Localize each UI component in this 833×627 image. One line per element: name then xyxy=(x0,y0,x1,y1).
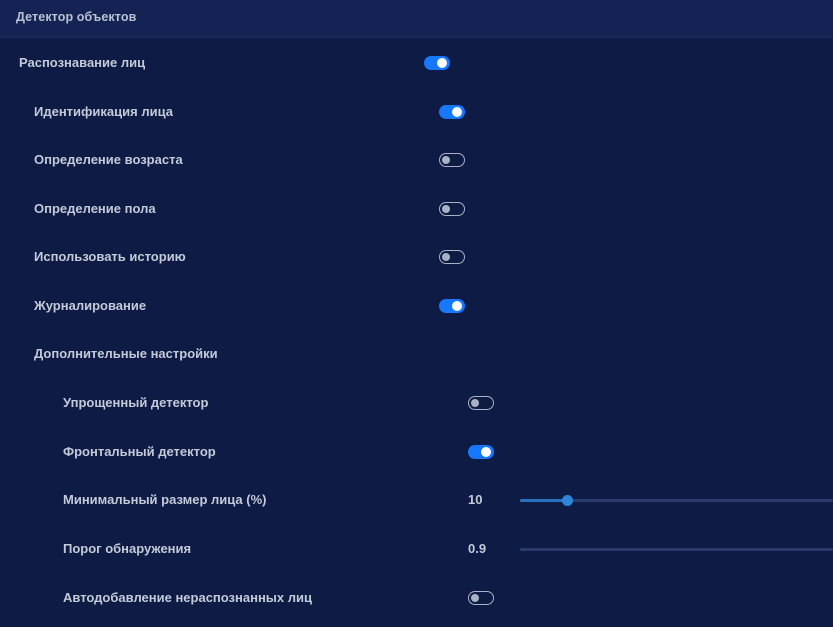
detection-threshold-value: 0.9 xyxy=(468,541,487,556)
min-face-size-slider-fill xyxy=(520,499,567,502)
logging-toggle[interactable] xyxy=(439,299,465,313)
setting-row-auto-add-unrecognized: Автодобавление нераспознанных лиц xyxy=(0,588,833,608)
age-detection-toggle[interactable] xyxy=(439,153,465,167)
detection-threshold-label: Порог обнаружения xyxy=(63,541,192,556)
simplified-detector-toggle[interactable] xyxy=(468,396,494,410)
setting-row-face-recognition: Распознавание лиц xyxy=(0,53,833,73)
setting-row-face-identification: Идентификация лица xyxy=(0,102,833,122)
min-face-size-value: 10 xyxy=(468,492,483,507)
gender-detection-toggle[interactable] xyxy=(439,202,465,216)
face-identification-toggle[interactable] xyxy=(439,105,465,119)
setting-row-frontal-detector: Фронтальный детектор xyxy=(0,442,833,462)
logging-label: Журналирование xyxy=(34,298,147,313)
setting-row-age-detection: Определение возраста xyxy=(0,150,833,170)
face-recognition-toggle[interactable] xyxy=(424,56,450,70)
setting-row-use-history: Использовать историю xyxy=(0,247,833,267)
panel-title: Детектор объектов xyxy=(16,10,137,24)
simplified-detector-label: Упрощенный детектор xyxy=(63,395,209,410)
detection-threshold-slider[interactable] xyxy=(520,548,833,551)
panel-header: Детектор объектов xyxy=(0,0,833,38)
use-history-label: Использовать историю xyxy=(34,249,186,264)
setting-row-gender-detection: Определение пола xyxy=(0,199,833,219)
min-face-size-label: Минимальный размер лица (%) xyxy=(63,492,267,507)
setting-row-logging: Журналирование xyxy=(0,296,833,316)
use-history-toggle[interactable] xyxy=(439,250,465,264)
min-face-size-slider-thumb[interactable] xyxy=(561,495,573,506)
setting-row-min-face-size: Минимальный размер лица (%) 10 xyxy=(0,490,833,510)
gender-detection-label: Определение пола xyxy=(34,201,156,216)
advanced-settings-section: Дополнительные настройки xyxy=(0,344,833,364)
setting-row-simplified-detector: Упрощенный детектор xyxy=(0,393,833,413)
min-face-size-slider[interactable] xyxy=(520,495,833,506)
advanced-settings-label: Дополнительные настройки xyxy=(34,346,218,361)
setting-row-detection-threshold: Порог обнаружения 0.9 xyxy=(0,539,833,559)
auto-add-unrecognized-label: Автодобавление нераспознанных лиц xyxy=(63,590,312,605)
face-identification-label: Идентификация лица xyxy=(34,104,173,119)
frontal-detector-toggle[interactable] xyxy=(468,445,494,459)
frontal-detector-label: Фронтальный детектор xyxy=(63,444,216,459)
age-detection-label: Определение возраста xyxy=(34,152,183,167)
auto-add-unrecognized-toggle[interactable] xyxy=(468,591,494,605)
face-recognition-label: Распознавание лиц xyxy=(19,55,146,70)
